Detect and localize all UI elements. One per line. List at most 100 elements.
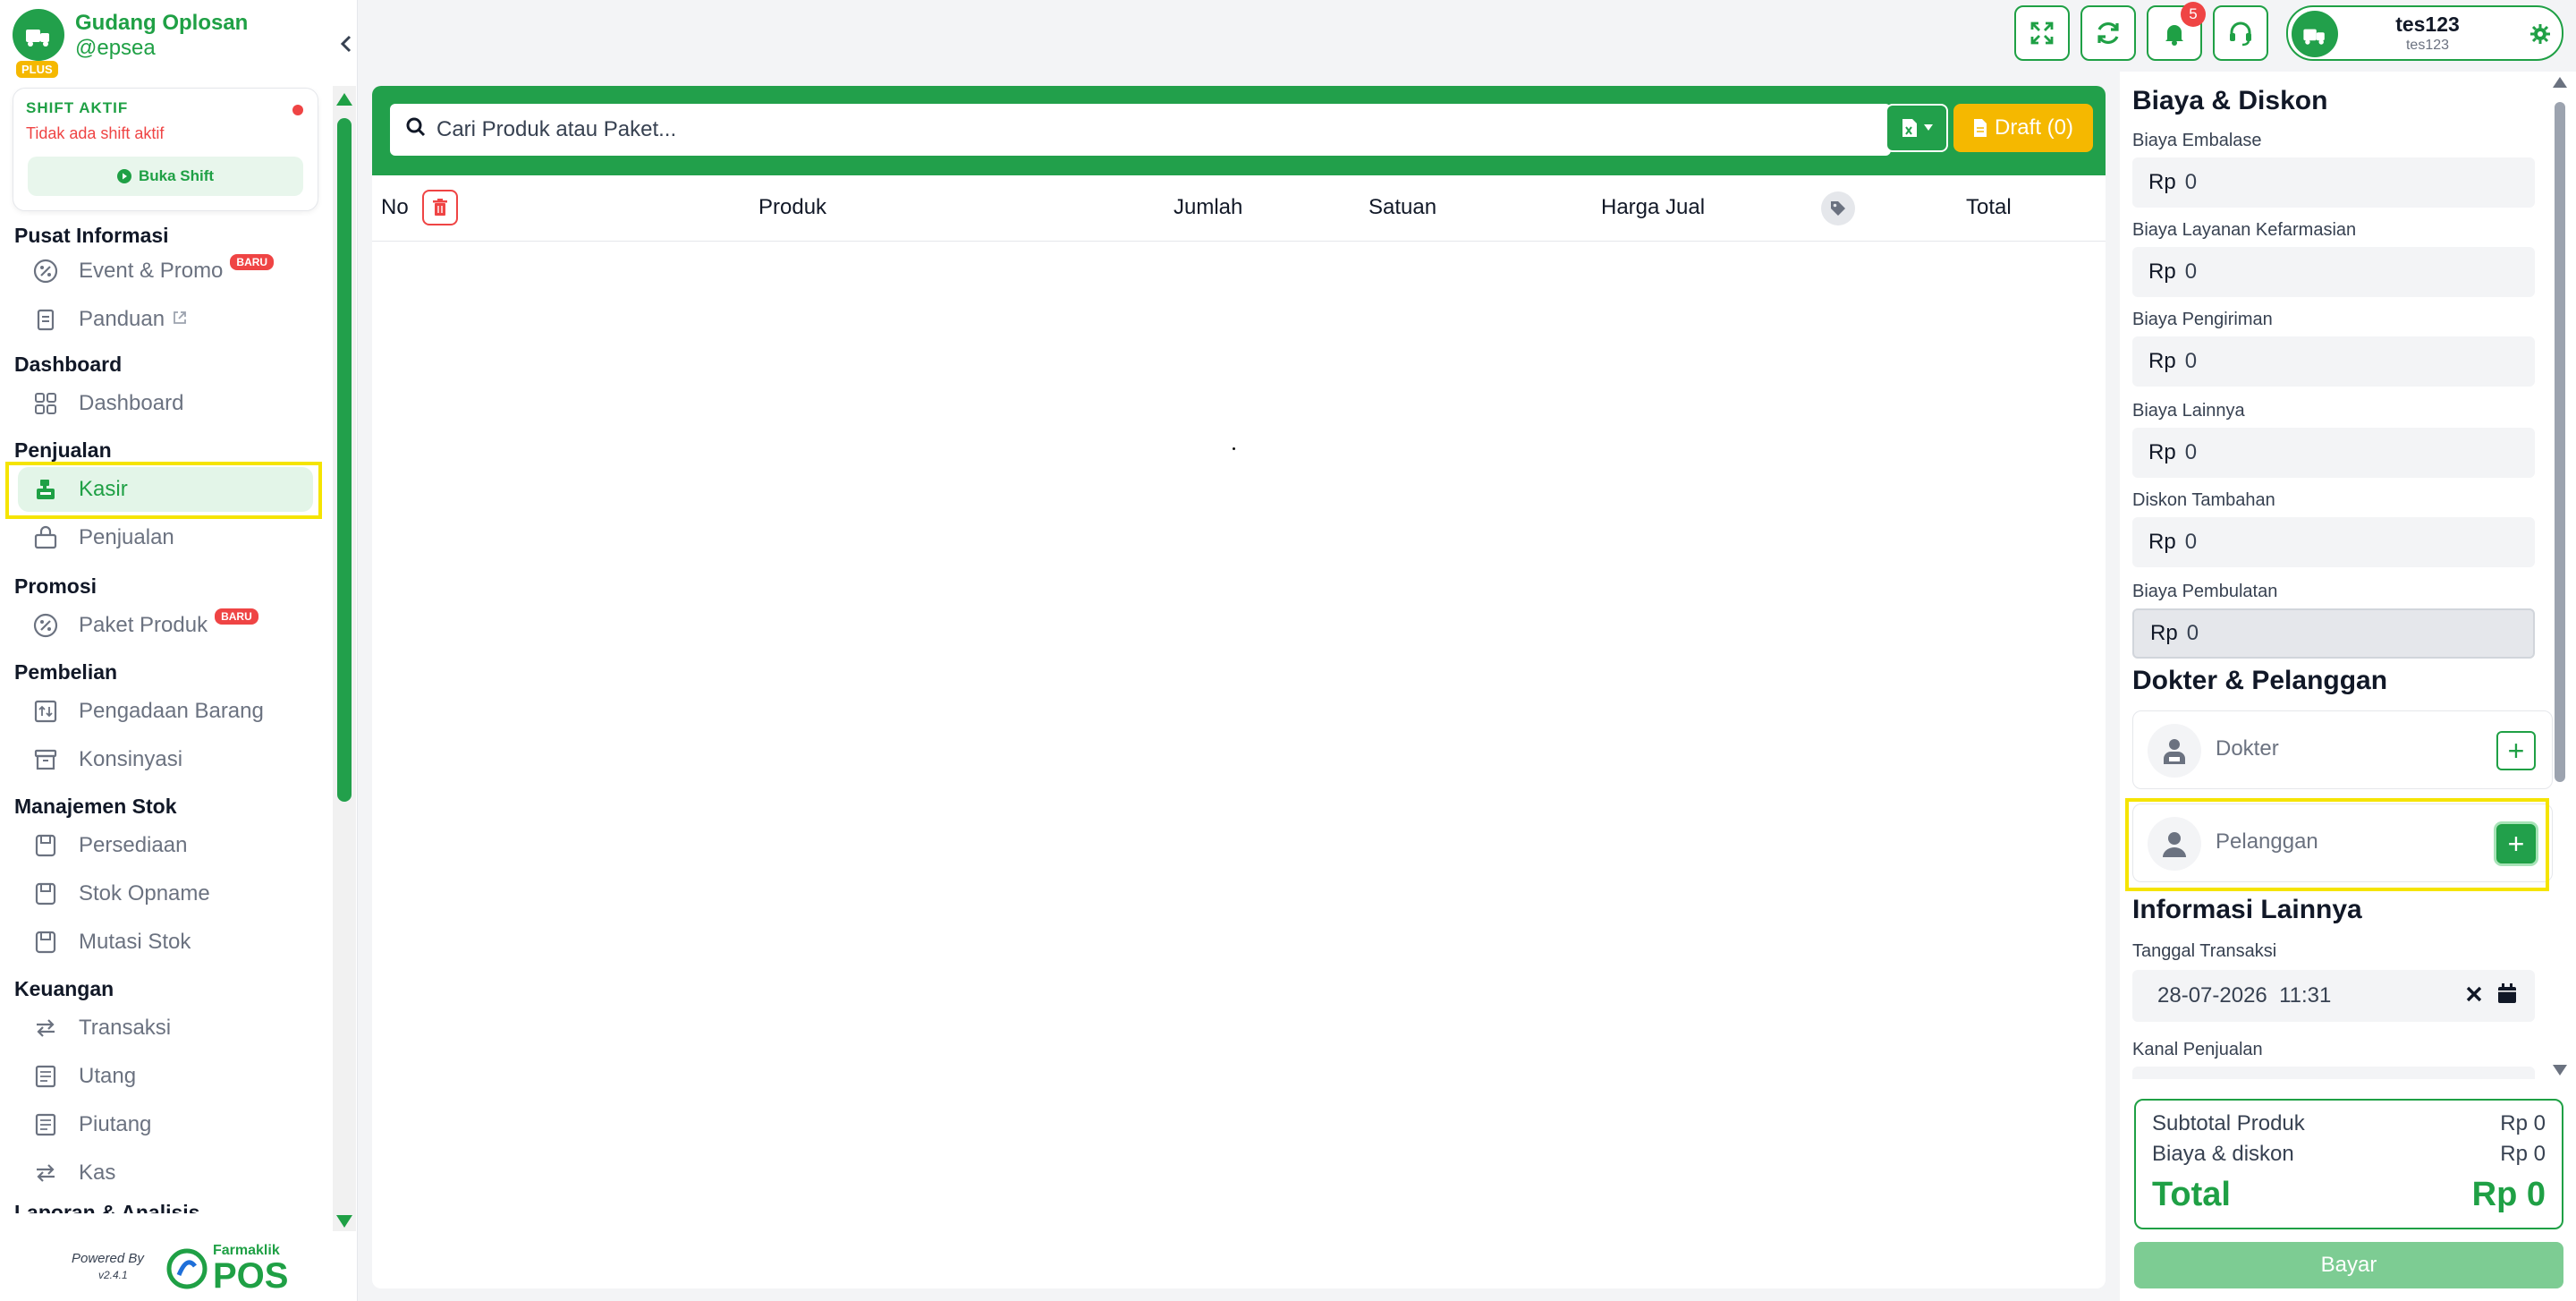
sidebar: PLUS Gudang Oplosan @epsea SHIFT AKTIF T…	[0, 0, 358, 1301]
sidebar-item-mutasi-stok[interactable]: Mutasi Stok	[18, 920, 313, 965]
sidebar-item-label: Piutang	[79, 1112, 152, 1136]
section-penjualan: Penjualan	[14, 438, 112, 462]
currency-prefix: Rp	[2148, 259, 2176, 284]
currency-prefix: Rp	[2150, 621, 2178, 645]
pelanggan-highlight	[2125, 798, 2549, 891]
sidebar-item-label: Paket Produk	[79, 613, 208, 637]
sidebar-item-dashboard[interactable]: Dashboard	[18, 381, 313, 426]
document-icon	[1973, 119, 1987, 137]
field-label: Biaya Pembulatan	[2132, 582, 2278, 601]
biaya-heading: Biaya & Diskon	[2132, 86, 2328, 115]
section-dashboard: Dashboard	[14, 353, 123, 376]
section-keuangan: Keuangan	[14, 977, 114, 1000]
notifications-button[interactable]: 5	[2147, 2, 2206, 61]
field-value: 0	[2184, 170, 2198, 194]
shift-card: SHIFT AKTIF Tidak ada shift aktif Buka S…	[13, 88, 318, 211]
dokter-label: Dokter	[2216, 736, 2279, 761]
trash-icon	[433, 199, 447, 216]
farmaklik-pos-logo: Farmaklik POS	[166, 1244, 288, 1294]
scroll-up-arrow-icon[interactable]	[336, 93, 352, 106]
sidebar-nav: Pusat Informasi Event & Promo BARU Pandu…	[0, 220, 331, 1213]
user-name: tes123	[2395, 13, 2460, 36]
kasir-highlight	[5, 462, 322, 519]
dokter-pelanggan-heading: Dokter & Pelanggan	[2132, 666, 2388, 695]
field-value: 0	[2184, 259, 2198, 284]
bell-icon	[2165, 25, 2183, 46]
dokter-selector[interactable]: Dokter +	[2132, 710, 2553, 789]
sidebar-item-penjualan[interactable]: Penjualan	[18, 515, 313, 560]
section-manajemen-stok: Manajemen Stok	[14, 795, 177, 818]
sidebar-item-label: Pengadaan Barang	[79, 699, 264, 723]
kanal-penjualan-select[interactable]	[2132, 1067, 2535, 1079]
brand: PLUS Gudang Oplosan @epsea	[13, 9, 352, 78]
collapse-sidebar-button[interactable]	[339, 32, 353, 60]
scroll-down-arrow-icon[interactable]	[2553, 1065, 2567, 1076]
biaya-embalase-input[interactable]: Rp 0	[2132, 157, 2535, 208]
field-value: 0	[2184, 440, 2198, 464]
sidebar-item-stok-opname[interactable]: Stok Opname	[18, 872, 313, 916]
sidebar-item-event-promo[interactable]: Event & Promo BARU	[18, 249, 313, 293]
fullscreen-button[interactable]	[2014, 5, 2070, 61]
cart-panel: Cari Produk atau Paket... Draft (0) No P…	[372, 86, 2106, 1288]
tanggal-transaksi-input[interactable]: 28-07-2026 11:31	[2132, 970, 2535, 1022]
biaya-pengiriman-input[interactable]: Rp 0	[2132, 336, 2535, 387]
support-button[interactable]	[2213, 5, 2268, 61]
clear-cart-button[interactable]	[422, 190, 458, 225]
gear-icon[interactable]	[2529, 23, 2551, 49]
calendar-icon[interactable]	[2497, 982, 2517, 1010]
sidebar-scrollbar[interactable]	[333, 86, 356, 1231]
user-menu[interactable]: tes123 tes123	[2286, 5, 2563, 61]
biaya-layanan-input[interactable]: Rp 0	[2132, 247, 2535, 297]
sidebar-item-transaksi[interactable]: Transaksi	[18, 1006, 313, 1050]
draft-button[interactable]: Draft (0)	[1953, 104, 2093, 152]
user-avatar	[2292, 11, 2338, 57]
plan-badge: PLUS	[16, 61, 58, 78]
section-pusat-informasi: Pusat Informasi	[14, 224, 169, 247]
tanggal-value: 28-07-2026 11:31	[2157, 983, 2332, 1008]
excel-import-button[interactable]	[1885, 104, 1948, 152]
product-search-input[interactable]: Cari Produk atau Paket...	[390, 104, 1891, 156]
scroll-thumb[interactable]	[2555, 102, 2565, 782]
sidebar-item-utang[interactable]: Utang	[18, 1054, 313, 1099]
sidebar-item-pengadaan-barang[interactable]: Pengadaan Barang	[18, 689, 313, 734]
scroll-thumb[interactable]	[337, 118, 352, 802]
sidebar-item-label: Konsinyasi	[79, 747, 183, 771]
sidebar-item-kas[interactable]: Kas	[18, 1151, 313, 1195]
sidebar-item-paket-produk[interactable]: Paket Produk BARU	[18, 603, 313, 648]
subtotal-value: Rp 0	[2500, 1111, 2546, 1135]
box-icon	[29, 877, 63, 911]
basket-icon	[29, 521, 63, 555]
field-value: 0	[2184, 530, 2198, 554]
checkout-scrollbar[interactable]	[2551, 77, 2569, 1076]
biaya-lainnya-input[interactable]: Rp 0	[2132, 428, 2535, 478]
notification-count: 5	[2181, 2, 2206, 27]
grid-icon	[29, 387, 63, 421]
percent-icon	[29, 254, 63, 288]
powered-by: Powered By	[72, 1251, 144, 1266]
section-laporan: Laporan & Analisis	[14, 1201, 200, 1213]
headset-icon	[2230, 21, 2251, 47]
clear-date-icon[interactable]	[2465, 984, 2483, 1009]
sidebar-item-label: Mutasi Stok	[79, 930, 191, 954]
tag-icon	[1821, 191, 1855, 225]
add-dokter-button[interactable]: +	[2496, 731, 2536, 770]
logo-big-text: POS	[213, 1256, 289, 1296]
scroll-down-arrow-icon[interactable]	[336, 1215, 352, 1228]
sidebar-item-piutang[interactable]: Piutang	[18, 1102, 313, 1147]
exchange-icon	[29, 1156, 63, 1190]
subtotal-label: Subtotal Produk	[2152, 1111, 2305, 1135]
shift-title: SHIFT AKTIF	[26, 99, 129, 116]
refresh-button[interactable]	[2080, 5, 2136, 61]
exchange-icon	[29, 1011, 63, 1045]
sidebar-item-konsinyasi[interactable]: Konsinyasi	[18, 737, 313, 782]
scroll-up-arrow-icon[interactable]	[2553, 77, 2567, 88]
chevron-left-icon	[340, 35, 352, 53]
app-version: v2.4.1	[98, 1269, 128, 1281]
sidebar-item-persediaan[interactable]: Persediaan	[18, 823, 313, 868]
column-no: No	[381, 195, 409, 219]
pay-button[interactable]: Bayar	[2134, 1242, 2563, 1288]
open-shift-button[interactable]: Buka Shift	[28, 157, 303, 196]
diskon-tambahan-input[interactable]: Rp 0	[2132, 517, 2535, 567]
sidebar-item-panduan[interactable]: Panduan	[18, 297, 313, 342]
shift-status: Tidak ada shift aktif	[26, 124, 165, 142]
